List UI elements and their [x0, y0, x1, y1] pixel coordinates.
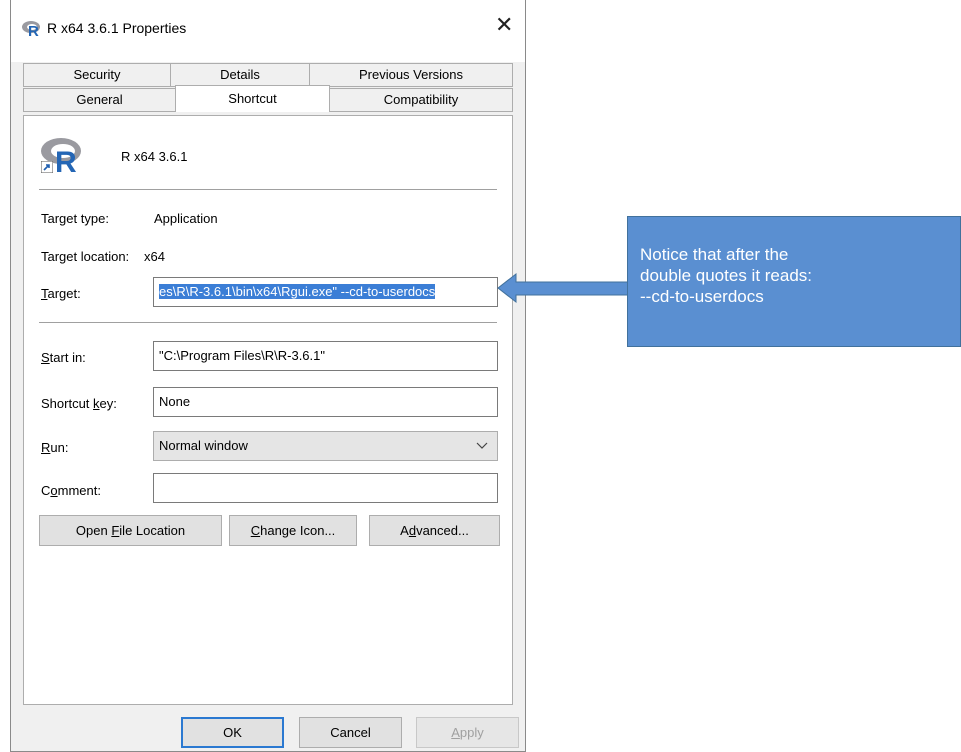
- callout-text: Notice that after the double quotes it r…: [640, 244, 955, 307]
- annotation-arrow: [497, 272, 629, 304]
- callout-line-2: double quotes it reads:: [640, 266, 813, 285]
- callout-line-3: --cd-to-userdocs: [640, 287, 764, 306]
- callout-line-1: Notice that after the: [640, 245, 789, 264]
